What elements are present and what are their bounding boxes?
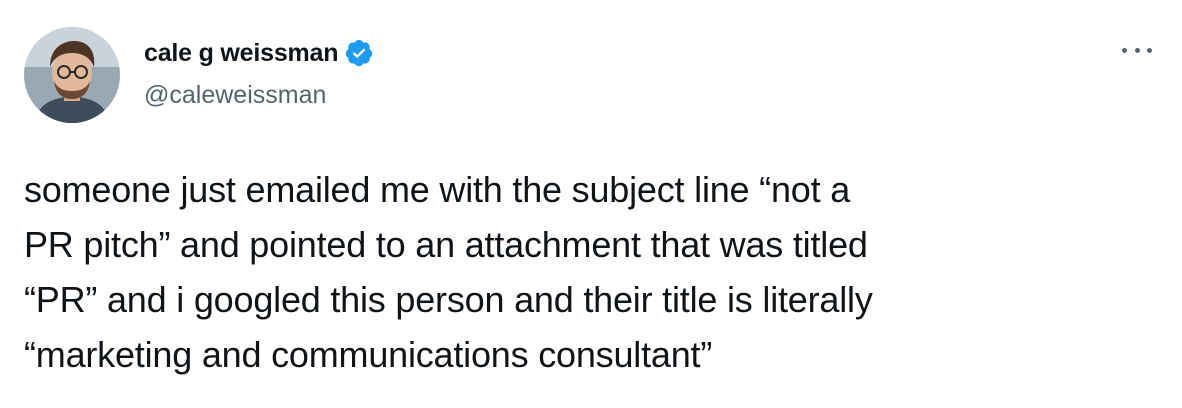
tweet-text: someone just emailed me with the subject… [24, 169, 873, 375]
more-dot [1134, 47, 1140, 53]
more-dot [1147, 47, 1152, 53]
more-horizontal-icon[interactable] [1122, 40, 1152, 60]
user-handle[interactable]: @caleweissman [144, 78, 374, 112]
avatar-photo-icon [24, 27, 120, 123]
user-info: cale g weissman @caleweissman [144, 36, 374, 112]
tweet-card: cale g weissman @caleweissman someone ju… [0, 0, 1182, 408]
avatar[interactable] [24, 27, 120, 123]
name-row: cale g weissman [144, 36, 374, 70]
verified-badge-icon [344, 38, 374, 68]
more-dot [1122, 47, 1127, 53]
display-name[interactable]: cale g weissman [144, 36, 339, 70]
